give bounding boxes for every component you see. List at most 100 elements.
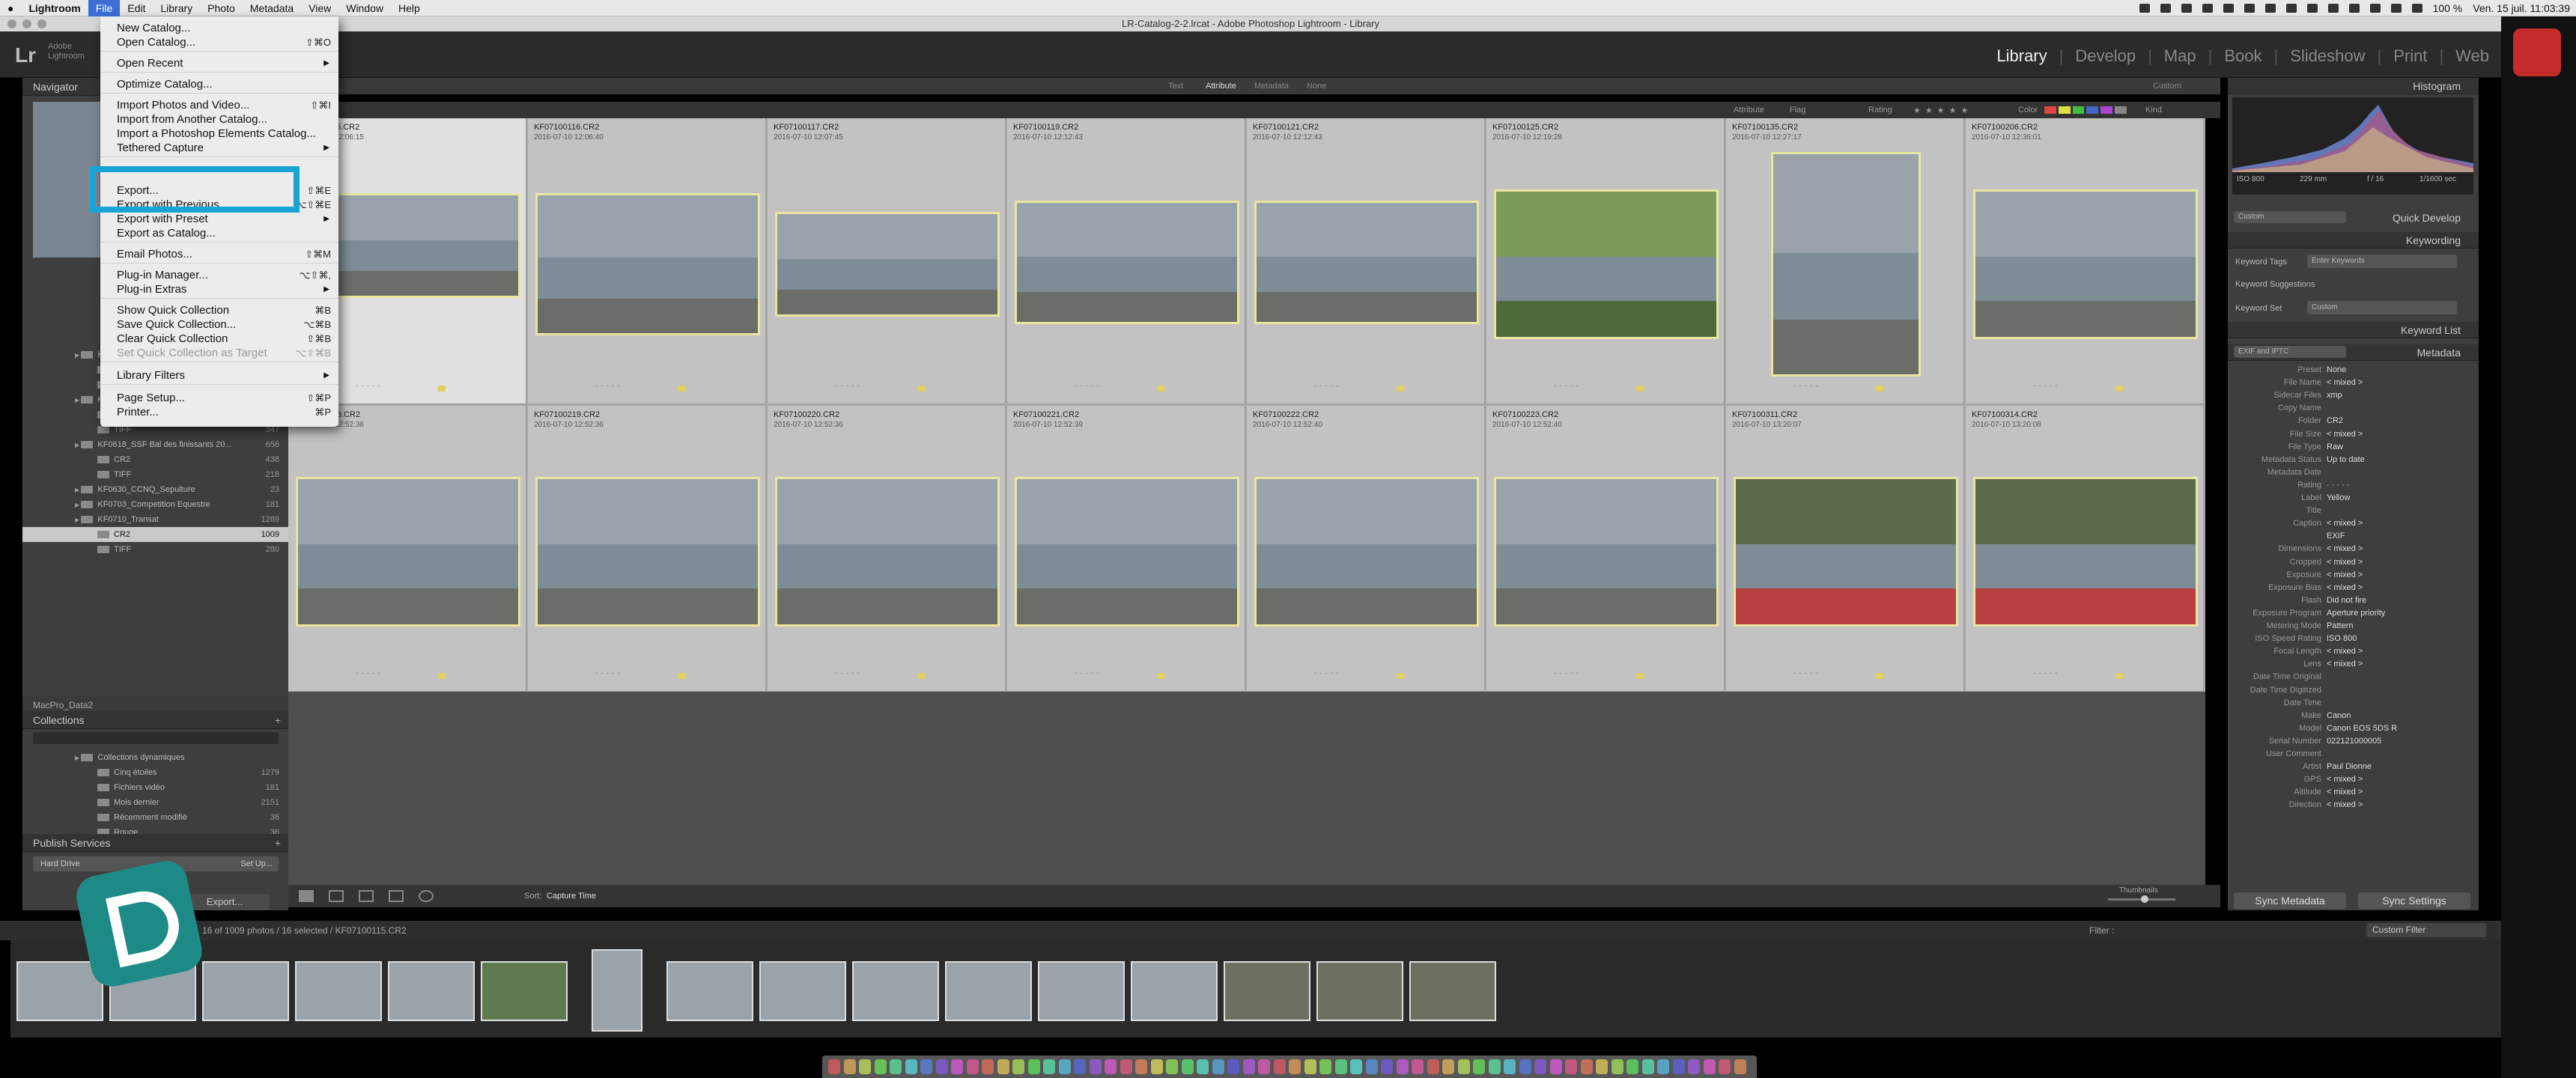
dock-app-icon[interactable] <box>859 1059 871 1074</box>
dock-app-icon[interactable] <box>1289 1059 1301 1074</box>
keyword-list-header[interactable]: Keyword List <box>2228 322 2479 338</box>
disclosure-triangle-icon[interactable]: ▶ <box>75 397 81 404</box>
filmstrip-thumbnail[interactable] <box>666 961 753 1021</box>
menu-item-open-catalog[interactable]: Open Catalog... ⇧⌘O <box>100 35 338 49</box>
photo-thumbnail[interactable] <box>296 477 520 627</box>
menu-photo[interactable]: Photo <box>200 0 243 16</box>
status-item-icon[interactable] <box>2160 3 2171 13</box>
menu-item-tethered-capture[interactable]: Tethered Capture ▶ <box>100 141 338 155</box>
menu-item-export-with-preset[interactable]: Export with Preset ▶ <box>100 212 338 226</box>
dock-app-icon[interactable] <box>1519 1059 1531 1074</box>
status-item-icon[interactable] <box>2369 3 2381 13</box>
add-collection-icon[interactable]: + <box>275 711 281 729</box>
module-library[interactable]: Library <box>1984 46 2059 66</box>
collections-filter-input[interactable] <box>33 732 279 744</box>
add-publish-service-icon[interactable]: + <box>275 834 281 852</box>
dock-app-icon[interactable] <box>1703 1059 1716 1074</box>
keyword-tags-input[interactable]: Enter Keywords <box>2307 255 2457 268</box>
photo-thumbnail[interactable] <box>775 212 1000 317</box>
rating-stars-filter[interactable]: ★★★★★ <box>1913 106 1972 115</box>
filmstrip-thumbnail[interactable] <box>1409 961 1496 1021</box>
dock-app-icon[interactable] <box>1488 1059 1501 1074</box>
grid-cell[interactable]: KF07100121.CR2 2016-07-10 12:12:43 ····· <box>1247 118 1485 404</box>
metadata-value[interactable]: Did not fire <box>2327 594 2366 607</box>
metadata-value[interactable]: < mixed > <box>2327 799 2363 811</box>
metadata-value[interactable]: ISO 800 <box>2327 633 2357 645</box>
menu-item-library-filters[interactable]: Library Filters ▶ <box>100 368 338 383</box>
collection-row[interactable]: ▶ Collections dynamiques <box>22 750 288 765</box>
folder-row[interactable]: TIFF 218 <box>22 467 288 482</box>
folder-row[interactable]: ▶ KF0710_Transat 1289 <box>22 512 288 527</box>
people-view-icon[interactable] <box>419 890 434 902</box>
metadata-value[interactable]: CR2 <box>2327 415 2343 427</box>
custom-filter-select[interactable]: Custom Filter <box>2366 923 2486 937</box>
dock-app-icon[interactable] <box>935 1059 948 1074</box>
cell-rating-dots[interactable]: ····· <box>1314 669 1342 677</box>
menu-item-page-setup[interactable]: Page Setup... ⇧⌘P <box>100 391 338 405</box>
dock-app-icon[interactable] <box>1043 1059 1055 1074</box>
filmstrip-thumbnail[interactable] <box>1131 961 1218 1021</box>
grid-cell[interactable]: KF07100314.CR2 2016-07-10 13:20:08 ····· <box>1966 406 2204 692</box>
disclosure-triangle-icon[interactable]: ▶ <box>75 517 81 523</box>
cell-rating-dots[interactable]: ····· <box>1075 669 1102 677</box>
menu-item-show-quick-collection[interactable]: Show Quick Collection ⌘B <box>100 303 338 317</box>
dock-app-icon[interactable] <box>1350 1059 1362 1074</box>
menu-item-open-recent[interactable]: Open Recent ▶ <box>100 56 338 70</box>
dock-app-icon[interactable] <box>1273 1059 1286 1074</box>
metadata-value[interactable]: < mixed > <box>2327 658 2363 671</box>
dock-app-icon[interactable] <box>1549 1059 1562 1074</box>
menu-item-email-photos[interactable]: Email Photos... ⇧⌘M <box>100 247 338 261</box>
filmstrip-thumbnail[interactable] <box>295 961 382 1021</box>
dock-app-icon[interactable] <box>1227 1059 1239 1074</box>
metadata-value[interactable]: Yellow <box>2327 492 2350 505</box>
loupe-view-icon[interactable] <box>329 890 344 902</box>
dock-app-icon[interactable] <box>1304 1059 1316 1074</box>
dock-app-icon[interactable] <box>1504 1059 1516 1074</box>
filmstrip-thumbnail[interactable] <box>759 961 846 1021</box>
cell-rating-dots[interactable]: ····· <box>835 669 863 677</box>
metadata-value[interactable]: 022121000005 <box>2327 735 2381 748</box>
cell-rating-dots[interactable]: ····· <box>1554 382 1582 390</box>
module-map[interactable]: Map <box>2152 46 2208 66</box>
photo-thumbnail[interactable] <box>1494 189 1719 339</box>
sync-settings-button[interactable]: Sync Settings <box>2358 892 2470 909</box>
menu-item-plug-in-manager[interactable]: Plug-in Manager... ⌥⇧⌘, <box>100 268 338 282</box>
filmstrip-info[interactable]: 16 of 1009 photos / 16 selected / KF0710… <box>202 925 407 936</box>
menu-item-save-quick-collection[interactable]: Save Quick Collection... ⌥⌘B <box>100 317 338 332</box>
keyword-set-select[interactable]: Custom <box>2307 301 2457 314</box>
photo-thumbnail[interactable] <box>1015 477 1239 627</box>
metadata-value[interactable]: xmp <box>2327 389 2342 402</box>
cell-rating-dots[interactable]: ····· <box>1314 382 1342 390</box>
filter-preset-select[interactable]: Custom <box>2153 82 2181 91</box>
collections-header[interactable]: Collections + <box>22 711 288 729</box>
dock-app-icon[interactable] <box>1089 1059 1102 1074</box>
dock-app-icon[interactable] <box>1027 1059 1040 1074</box>
dock-app-icon[interactable] <box>1442 1059 1454 1074</box>
keywording-header[interactable]: Keywording <box>2228 232 2479 249</box>
color-label-swatches[interactable] <box>2044 106 2127 114</box>
dock-app-icon[interactable] <box>1135 1059 1147 1074</box>
photo-thumbnail[interactable] <box>1734 477 1958 627</box>
filmstrip-thumbnail[interactable] <box>1316 961 1403 1021</box>
cell-rating-dots[interactable]: ····· <box>2033 382 2061 390</box>
survey-view-icon[interactable] <box>389 890 404 902</box>
metadata-value[interactable]: < mixed > <box>2327 377 2363 389</box>
filmstrip-thumbnail[interactable] <box>388 961 475 1021</box>
grid-cell[interactable]: KF07100206.CR2 2016-07-10 12:36:01 ····· <box>1966 118 2204 404</box>
metadata-value[interactable]: < mixed > <box>2327 645 2363 658</box>
dock-app-icon[interactable] <box>1672 1059 1685 1074</box>
metadata-value[interactable]: Aperture priority <box>2327 607 2385 620</box>
photo-thumbnail[interactable] <box>1015 201 1239 324</box>
dock-app-icon[interactable] <box>920 1059 932 1074</box>
dock-app-icon[interactable] <box>1565 1059 1577 1074</box>
status-item-icon[interactable] <box>2202 3 2213 13</box>
photo-thumbnail[interactable] <box>535 193 760 335</box>
sort-value[interactable]: Capture Time <box>547 892 596 901</box>
dock-app-icon[interactable] <box>1120 1059 1132 1074</box>
dock-app-icon[interactable] <box>1626 1059 1638 1074</box>
dock-app-icon[interactable] <box>1181 1059 1194 1074</box>
dock-app-icon[interactable] <box>1412 1059 1424 1074</box>
menu-item-optimize-catalog[interactable]: Optimize Catalog... <box>100 77 338 91</box>
dock-app-icon[interactable] <box>905 1059 917 1074</box>
compare-view-icon[interactable] <box>359 890 374 902</box>
